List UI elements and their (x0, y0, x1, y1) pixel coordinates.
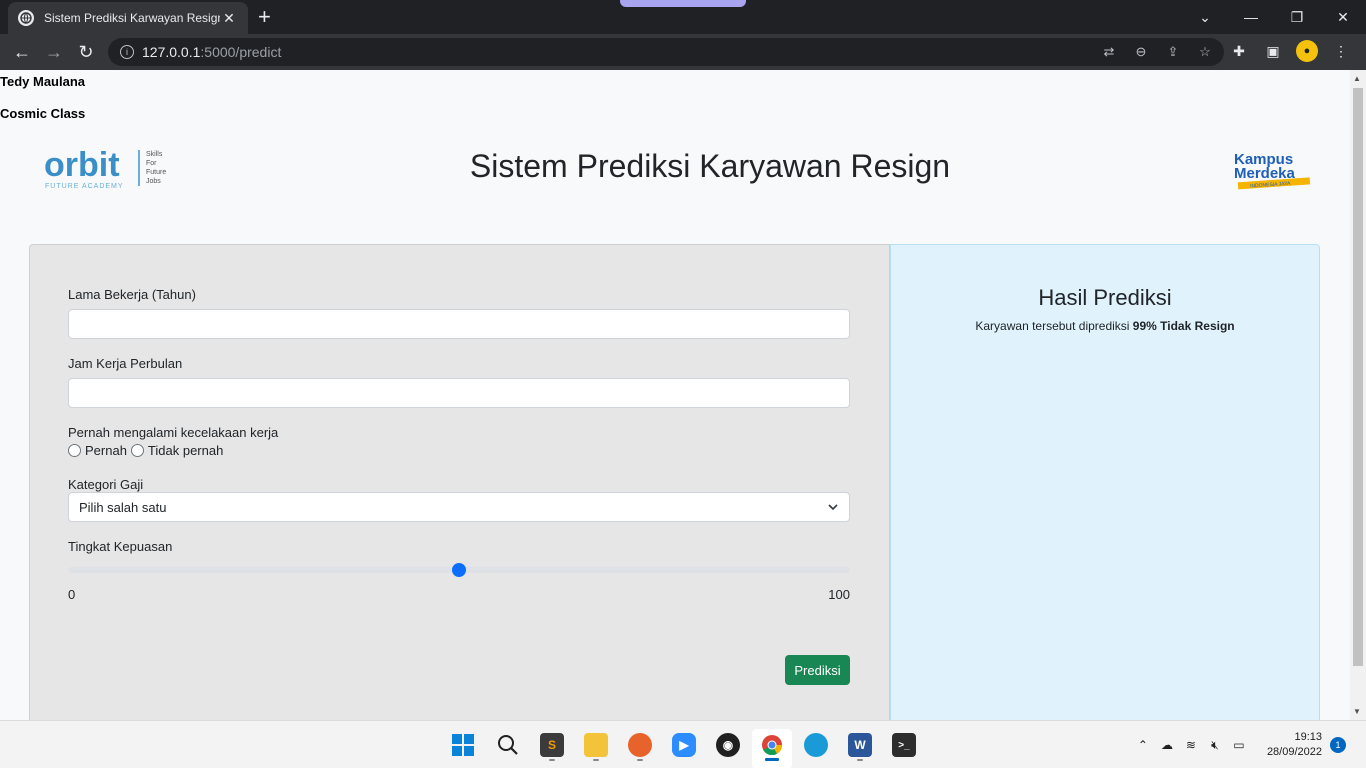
page-viewport: Tedy Maulana Cosmic Class orbit FUTURE A… (0, 70, 1350, 720)
share-icon[interactable]: ⇪ (1164, 43, 1182, 61)
windows-start-icon[interactable] (443, 729, 483, 768)
result-title: Hasil Prediksi (1038, 285, 1172, 310)
slider-handle[interactable] (452, 563, 466, 577)
chrome-icon[interactable] (752, 729, 792, 768)
url-host: 127.0.0.1 (142, 44, 201, 60)
jam-kerja-input[interactable] (68, 378, 850, 408)
menu-kebab-icon[interactable]: ⋮ (1330, 40, 1352, 62)
close-window-icon[interactable]: ✕ (1320, 0, 1366, 34)
kategori-gaji-select[interactable]: Pilih salah satu (68, 492, 850, 522)
window-drag-indicator (620, 0, 746, 7)
result-text-prefix: Karyawan tersebut diprediksi (975, 319, 1130, 333)
scroll-down-icon[interactable]: ▼ (1353, 707, 1361, 716)
radio-pernah[interactable] (68, 444, 81, 457)
search-icon[interactable] (488, 729, 528, 768)
lama-bekerja-input[interactable] (68, 309, 850, 339)
scrollbar-thumb[interactable] (1353, 88, 1363, 666)
result-value: 99% Tidak Resign (1132, 319, 1235, 333)
back-icon[interactable]: ← (10, 40, 34, 64)
cloud-icon[interactable]: ☁ (1155, 735, 1179, 755)
browser-tab-bar: Sistem Prediksi Karwayan Resign ✕ + ⌄ — … (0, 0, 1366, 34)
sublime-text-icon[interactable]: S (532, 729, 572, 768)
restore-icon[interactable]: ❐ (1274, 0, 1320, 34)
tab-title: Sistem Prediksi Karwayan Resign (44, 11, 220, 25)
scroll-up-icon[interactable]: ▲ (1353, 74, 1361, 83)
volume-muted-icon[interactable]: 🔇︎ (1203, 735, 1227, 755)
kepuasan-slider[interactable] (68, 563, 850, 577)
radio-tidak-pernah-label: Tidak pernah (147, 443, 224, 458)
system-tray: ⌃ ☁ ≋ 🔇︎ ▭ 19:13 28/09/2022 1 (1131, 721, 1366, 768)
profile-avatar-icon[interactable]: ● (1296, 40, 1318, 62)
lama-bekerja-label: Lama Bekerja (Tahun) (68, 287, 196, 302)
new-tab-icon[interactable]: + (258, 6, 271, 28)
kepuasan-label: Tingkat Kepuasan (68, 539, 173, 554)
jam-kerja-label: Jam Kerja Perbulan (68, 356, 183, 371)
tab-search-icon[interactable]: ⌄ (1182, 0, 1228, 34)
minimize-icon[interactable]: — (1228, 0, 1274, 34)
close-tab-icon[interactable]: ✕ (220, 10, 238, 27)
firefox-icon[interactable] (620, 729, 660, 768)
kecelakaan-label: Pernah mengalami kecelakaan kerja (68, 425, 279, 440)
chevron-down-icon (828, 504, 838, 511)
prediction-form: Lama Bekerja (Tahun) Jam Kerja Perbulan … (29, 244, 890, 720)
edge-icon[interactable] (796, 729, 836, 768)
kategori-gaji-selected: Pilih salah satu (79, 500, 167, 515)
slider-min-label: 0 (68, 587, 76, 602)
obs-icon[interactable]: ◉ (708, 729, 748, 768)
translate-icon[interactable]: ⇄ (1100, 43, 1118, 61)
terminal-icon[interactable]: >_ (884, 729, 924, 768)
page-scrollbar[interactable]: ▲ ▼ (1350, 70, 1366, 720)
radio-tidak-pernah[interactable] (130, 444, 144, 457)
extensions-icon[interactable]: ✚ (1228, 40, 1250, 62)
author-name: Tedy Maulana (0, 74, 86, 89)
file-explorer-icon[interactable] (576, 729, 616, 768)
word-icon[interactable]: W (840, 729, 880, 768)
globe-icon (18, 10, 34, 26)
side-panel-icon[interactable]: ▣ (1262, 40, 1284, 62)
address-bar[interactable]: i 127.0.0.1:5000/predict ⇄ ⊖ ⇪ ☆ (108, 38, 1224, 66)
reload-icon[interactable]: ↻ (74, 40, 98, 64)
site-info-icon[interactable]: i (120, 45, 134, 59)
zoom-icon[interactable]: ▶ (664, 729, 704, 768)
battery-icon[interactable]: ▭ (1227, 735, 1251, 755)
zoom-icon[interactable]: ⊖ (1132, 43, 1150, 61)
url-path: :5000/predict (200, 44, 282, 60)
kampus-merdeka-logo: Kampus Merdeka INDONESIA JAYA (1232, 148, 1314, 192)
author-class: Cosmic Class (0, 106, 86, 121)
page-title: Sistem Prediksi Karyawan Resign (469, 148, 951, 184)
notification-badge[interactable]: 1 (1330, 737, 1346, 753)
chevron-up-icon[interactable]: ⌃ (1131, 735, 1155, 755)
clock[interactable]: 19:13 28/09/2022 (1267, 730, 1322, 760)
result-text: Karyawan tersebut diprediksi 99% Tidak R… (891, 319, 1319, 333)
clock-date: 28/09/2022 (1266, 746, 1322, 758)
clock-time: 19:13 (1294, 731, 1322, 743)
result-panel: Hasil Prediksi Karyawan tersebut dipredi… (890, 244, 1320, 720)
kategori-gaji-label: Kategori Gaji (68, 477, 144, 492)
prediksi-button[interactable]: Prediksi (785, 655, 850, 685)
wifi-icon[interactable]: ≋ (1179, 735, 1203, 755)
radio-pernah-label: Pernah (85, 443, 127, 458)
slider-max-label: 100 (828, 587, 850, 602)
forward-icon[interactable]: → (42, 40, 66, 64)
browser-tab[interactable]: Sistem Prediksi Karwayan Resign ✕ (8, 2, 248, 34)
windows-taskbar: S ▶ ◉ W >_ ⌃ ☁ ≋ 🔇︎ ▭ 19:13 28/09/2022 1 (0, 720, 1366, 768)
bookmark-star-icon[interactable]: ☆ (1196, 43, 1214, 61)
browser-toolbar: ← → ↻ i 127.0.0.1:5000/predict ⇄ ⊖ ⇪ ☆ ✚… (0, 34, 1366, 70)
